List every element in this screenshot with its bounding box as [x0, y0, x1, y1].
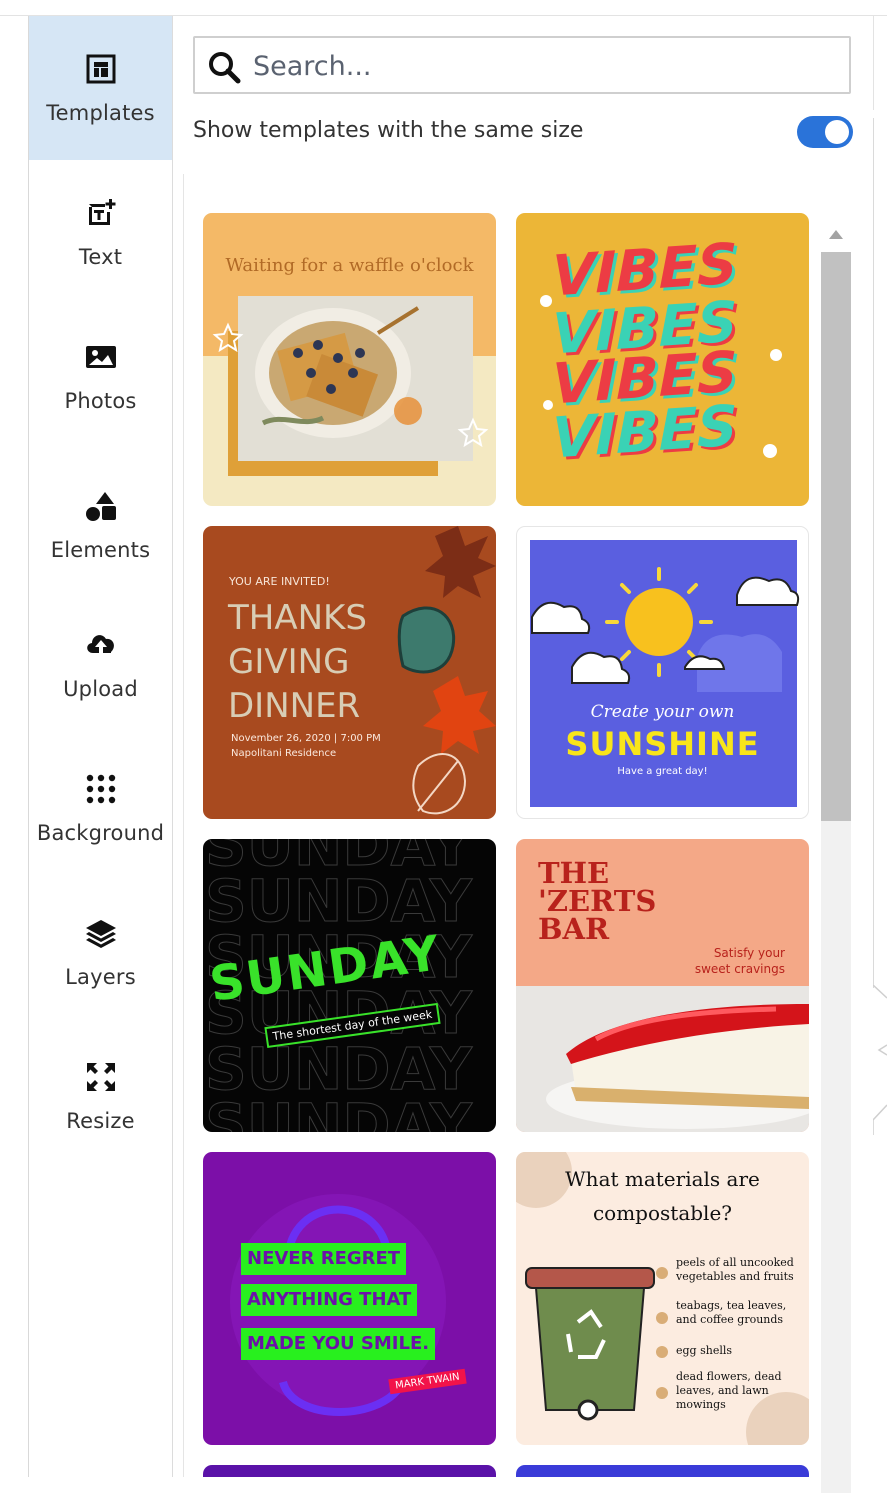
resize-icon [84, 1060, 118, 1094]
quote-line-3: MADE YOU SMILE. [241, 1328, 436, 1360]
search-input[interactable] [251, 42, 835, 90]
compost-item-2: teabags, tea leaves, and coffee grounds [676, 1299, 787, 1326]
quote-line-2: ANYTHING THAT [241, 1284, 418, 1316]
template-icon [84, 52, 118, 86]
compost-item-3: egg shells [676, 1344, 733, 1357]
background-icon [84, 772, 118, 806]
sidebar-item-templates[interactable]: Templates [29, 16, 172, 160]
invite-kicker: YOU ARE INVITED! [229, 575, 330, 588]
sidebar-item-label: Text [78, 245, 123, 269]
invite-title-2: GIVING [228, 642, 350, 682]
scroll-track[interactable] [821, 821, 851, 1493]
sidebar-item-upload[interactable]: Upload [29, 592, 172, 736]
template-card-quote[interactable]: NEVER REGRET ANYTHING THAT MADE YOU SMIL… [203, 1152, 496, 1445]
sidebar-item-resize[interactable]: Resize [29, 1024, 172, 1168]
sidebar-item-label: Background [36, 821, 165, 845]
vibes-word-4: VIBES [552, 393, 738, 472]
photo-icon [84, 340, 118, 374]
template-card-partial-right[interactable] [516, 1465, 809, 1477]
template-card-zerts[interactable]: THE 'ZERTS BAR Satisfy your sweet cravings [516, 839, 809, 1132]
waffle-title: Waiting for a waffle o'clock [225, 255, 474, 276]
template-card-compost[interactable]: What materials are compostable? peels of … [516, 1152, 809, 1445]
sidebar-item-label: Upload [63, 677, 138, 701]
sidebar-item-photos[interactable]: Photos [29, 304, 172, 448]
same-size-label: Show templates with the same size [193, 118, 584, 143]
zerts-tagline: Satisfy your sweet cravings [694, 946, 785, 976]
sidebar-item-label: Templates [46, 101, 155, 125]
sidebar-item-layers[interactable]: Layers [29, 880, 172, 1024]
template-card-partial-left[interactable] [203, 1465, 496, 1477]
sidebar-item-label: Resize [66, 1109, 135, 1133]
sidebar-item-background[interactable]: Background [29, 736, 172, 880]
zerts-title: THE 'ZERTS BAR [538, 856, 657, 946]
invite-title-1: THANKS [228, 598, 367, 638]
scrollbar[interactable] [821, 216, 851, 1493]
template-card-sunday[interactable]: SUNDAY SUNDAY SUNDAY SUNDAY SUNDAY SUNDAY SUN… [203, 839, 496, 1132]
sunshine-script: Create your own [590, 702, 735, 722]
layers-icon [84, 916, 118, 950]
sidebar-item-label: Layers [65, 965, 136, 989]
sidebar-item-elements[interactable]: Elements [29, 453, 172, 597]
search-icon [209, 52, 241, 84]
scroll-up-arrow[interactable] [821, 216, 851, 252]
toggle-knob [825, 120, 849, 144]
sunshine-title: SUNSHINE [565, 725, 760, 763]
template-card-sunshine[interactable]: Create your own SUNSHINE Have a great da… [516, 526, 809, 819]
sidebar-item-text[interactable]: Text [29, 160, 172, 304]
same-size-toggle[interactable] [797, 116, 853, 148]
compost-item-4: dead flowers, dead leaves, and lawn mowing… [676, 1370, 782, 1411]
sidebar-item-label: Photos [64, 389, 137, 413]
scroll-thumb[interactable] [821, 252, 851, 821]
template-card-waffle[interactable]: Waiting for a waffle o'clock [203, 213, 496, 506]
sunshine-sub: Have a great day! [617, 766, 708, 777]
elements-icon [84, 489, 118, 523]
compost-title: What materials are compostable? [565, 1167, 760, 1225]
sidebar: Templates Text Photos Elements Upload Ba… [29, 16, 173, 1477]
upload-icon [84, 628, 118, 662]
compost-item-1: peels of all uncooked vegetables and frui… [676, 1256, 794, 1283]
search-box[interactable] [193, 36, 851, 94]
sidebar-item-label: Elements [50, 538, 151, 562]
text-icon [84, 196, 118, 230]
quote-line-1: NEVER REGRET [241, 1243, 407, 1275]
template-card-vibes[interactable]: VIBES VIBES VIBES VIBES [516, 213, 809, 506]
invite-place: Napolitani Residence [231, 748, 337, 759]
invite-title-3: DINNER [228, 686, 361, 726]
invite-date: November 26, 2020 | 7:00 PM [231, 733, 381, 744]
template-card-thanksgiving[interactable]: YOU ARE INVITED! THANKS GIVING DINNER No… [203, 526, 496, 819]
